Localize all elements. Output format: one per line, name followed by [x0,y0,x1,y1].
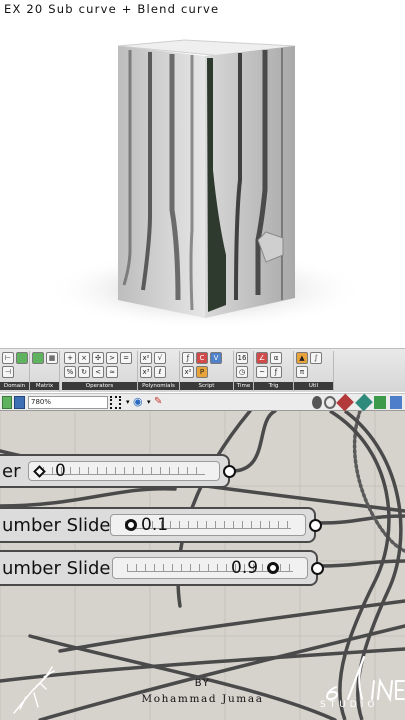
modulus-icon[interactable]: % [64,366,76,378]
matrix-grid-icon[interactable] [16,352,28,364]
slider-track[interactable]: 0.9 [112,557,308,579]
output-grip[interactable] [223,464,236,478]
ribbon-group-time[interactable]: 16 ◷ Time [234,351,254,391]
multiplication-icon[interactable]: × [78,352,90,364]
ribbon-label-script: Script [180,382,233,390]
gate-icon[interactable]: ✣ [92,352,104,364]
bake-icon[interactable] [374,396,386,409]
ribbon-label-operators: Operators [62,382,137,390]
open-file-icon[interactable] [2,396,12,409]
similarity-icon[interactable]: ≈ [106,366,118,378]
square-root-icon[interactable]: √ [154,352,166,364]
number-slider[interactable]: umber Slider 0.9 [0,550,324,586]
3d-viewport[interactable]: EX 20 Sub curve + Blend curve [0,0,405,348]
ribbon-group-trig[interactable]: ∠ α ~ ƒ Trig [254,351,294,391]
slider-value: 0 [55,461,66,481]
domain-split-icon[interactable]: ⊣ [2,366,14,378]
power-icon[interactable]: x² [140,352,152,364]
ribbon-label-util: Util [294,382,333,390]
slider-handle[interactable] [267,562,279,574]
evaluate-icon[interactable]: x² [182,366,194,378]
number-slider[interactable]: umber Slider 0.1 [0,507,322,543]
pi-icon[interactable]: π [296,366,308,378]
alpha-icon[interactable]: α [270,352,282,364]
rendered-model [45,39,365,330]
expression-icon[interactable]: ƒ [182,352,194,364]
slider-value: 0.1 [141,515,169,535]
csharp-script-icon[interactable]: C [196,352,208,364]
ribbon-group-operators[interactable]: + × ✣ > = % ↻ < ≈ Operators [62,351,138,391]
output-grip[interactable] [311,561,324,575]
ribbon-label-domain: Domain [0,382,29,390]
component-ribbon: ⊢ ⊣ Domain ▦ Matrix + × ✣ > = % ↻ < ≈ Op… [0,348,405,392]
eye-icon[interactable]: ◉ [133,396,147,409]
ribbon-group-script[interactable]: ƒ C V x² P Script [180,351,234,391]
slider-name: umber Slider [2,514,118,536]
ribbon-group-domain[interactable]: ⊢ ⊣ Domain [0,351,30,391]
clock-icon[interactable]: ◷ [236,366,248,378]
ribbon-group-util[interactable]: ▲ ∫ π Util [294,351,334,391]
domain-icon[interactable]: ⊢ [2,352,14,364]
chevron-down-icon[interactable]: ▾ [147,396,153,409]
studio-wordmark: STUDIO [320,700,379,710]
greater-than-icon[interactable]: > [106,352,118,364]
cube-icon[interactable]: x³ [140,366,152,378]
triangle-icon[interactable]: ∠ [256,352,268,364]
matrix-icon[interactable] [32,352,44,364]
sine-icon[interactable]: ~ [256,366,268,378]
slider-handle[interactable] [125,519,137,531]
less-than-icon[interactable]: < [92,366,104,378]
cycle-icon[interactable]: ↻ [78,366,90,378]
canvas-toolbar: 780% ▾ ◉ ▾ ✎ [0,393,405,412]
chevron-down-icon[interactable]: ▾ [126,396,132,409]
slider-track[interactable]: 0 [28,461,220,481]
output-grip[interactable] [309,518,322,532]
save-icon[interactable] [14,396,25,409]
pen-icon[interactable]: ✎ [154,396,166,409]
slider-track[interactable]: 0.1 [110,514,306,536]
vb-script-icon[interactable]: V [210,352,222,364]
slider-name: umber Slider [2,557,118,579]
ribbon-label-matrix: Matrix [30,382,59,390]
shaded-icon[interactable] [336,393,354,412]
calendar-icon[interactable]: 16 [236,352,248,364]
formula-icon[interactable]: ∫ [310,352,322,364]
log-icon[interactable]: ℓ [154,366,166,378]
ribbon-group-polynomials[interactable]: x² √ x³ ℓ Polynomials [138,351,180,391]
ribbon-label-time: Time [234,382,253,390]
ribbon-label-trig: Trig [254,382,293,390]
preview-icon[interactable] [312,396,322,409]
equality-icon[interactable]: = [120,352,132,364]
addition-icon[interactable]: + [64,352,76,364]
wireframe-icon[interactable] [324,396,336,409]
zoom-level-field[interactable]: 780% [28,396,108,409]
grasshopper-canvas[interactable]: er 0 umber Slider 0.1 umber Slider 0.9 B… [0,411,405,720]
ribbon-label-polynomials: Polynomials [138,382,179,390]
selected-icon[interactable] [355,393,373,412]
number-slider[interactable]: er 0 [0,454,236,488]
python-script-icon[interactable]: P [196,366,208,378]
zoom-extents-icon[interactable] [110,396,121,409]
chart-icon[interactable]: ▲ [296,352,308,364]
function-icon[interactable]: ƒ [270,366,282,378]
ribbon-group-matrix[interactable]: ▦ Matrix [30,351,60,391]
cluster-icon[interactable] [390,396,402,409]
slider-value: 0.9 [231,558,259,578]
matrix-table-icon[interactable]: ▦ [46,352,58,364]
slider-name: er [2,460,21,482]
